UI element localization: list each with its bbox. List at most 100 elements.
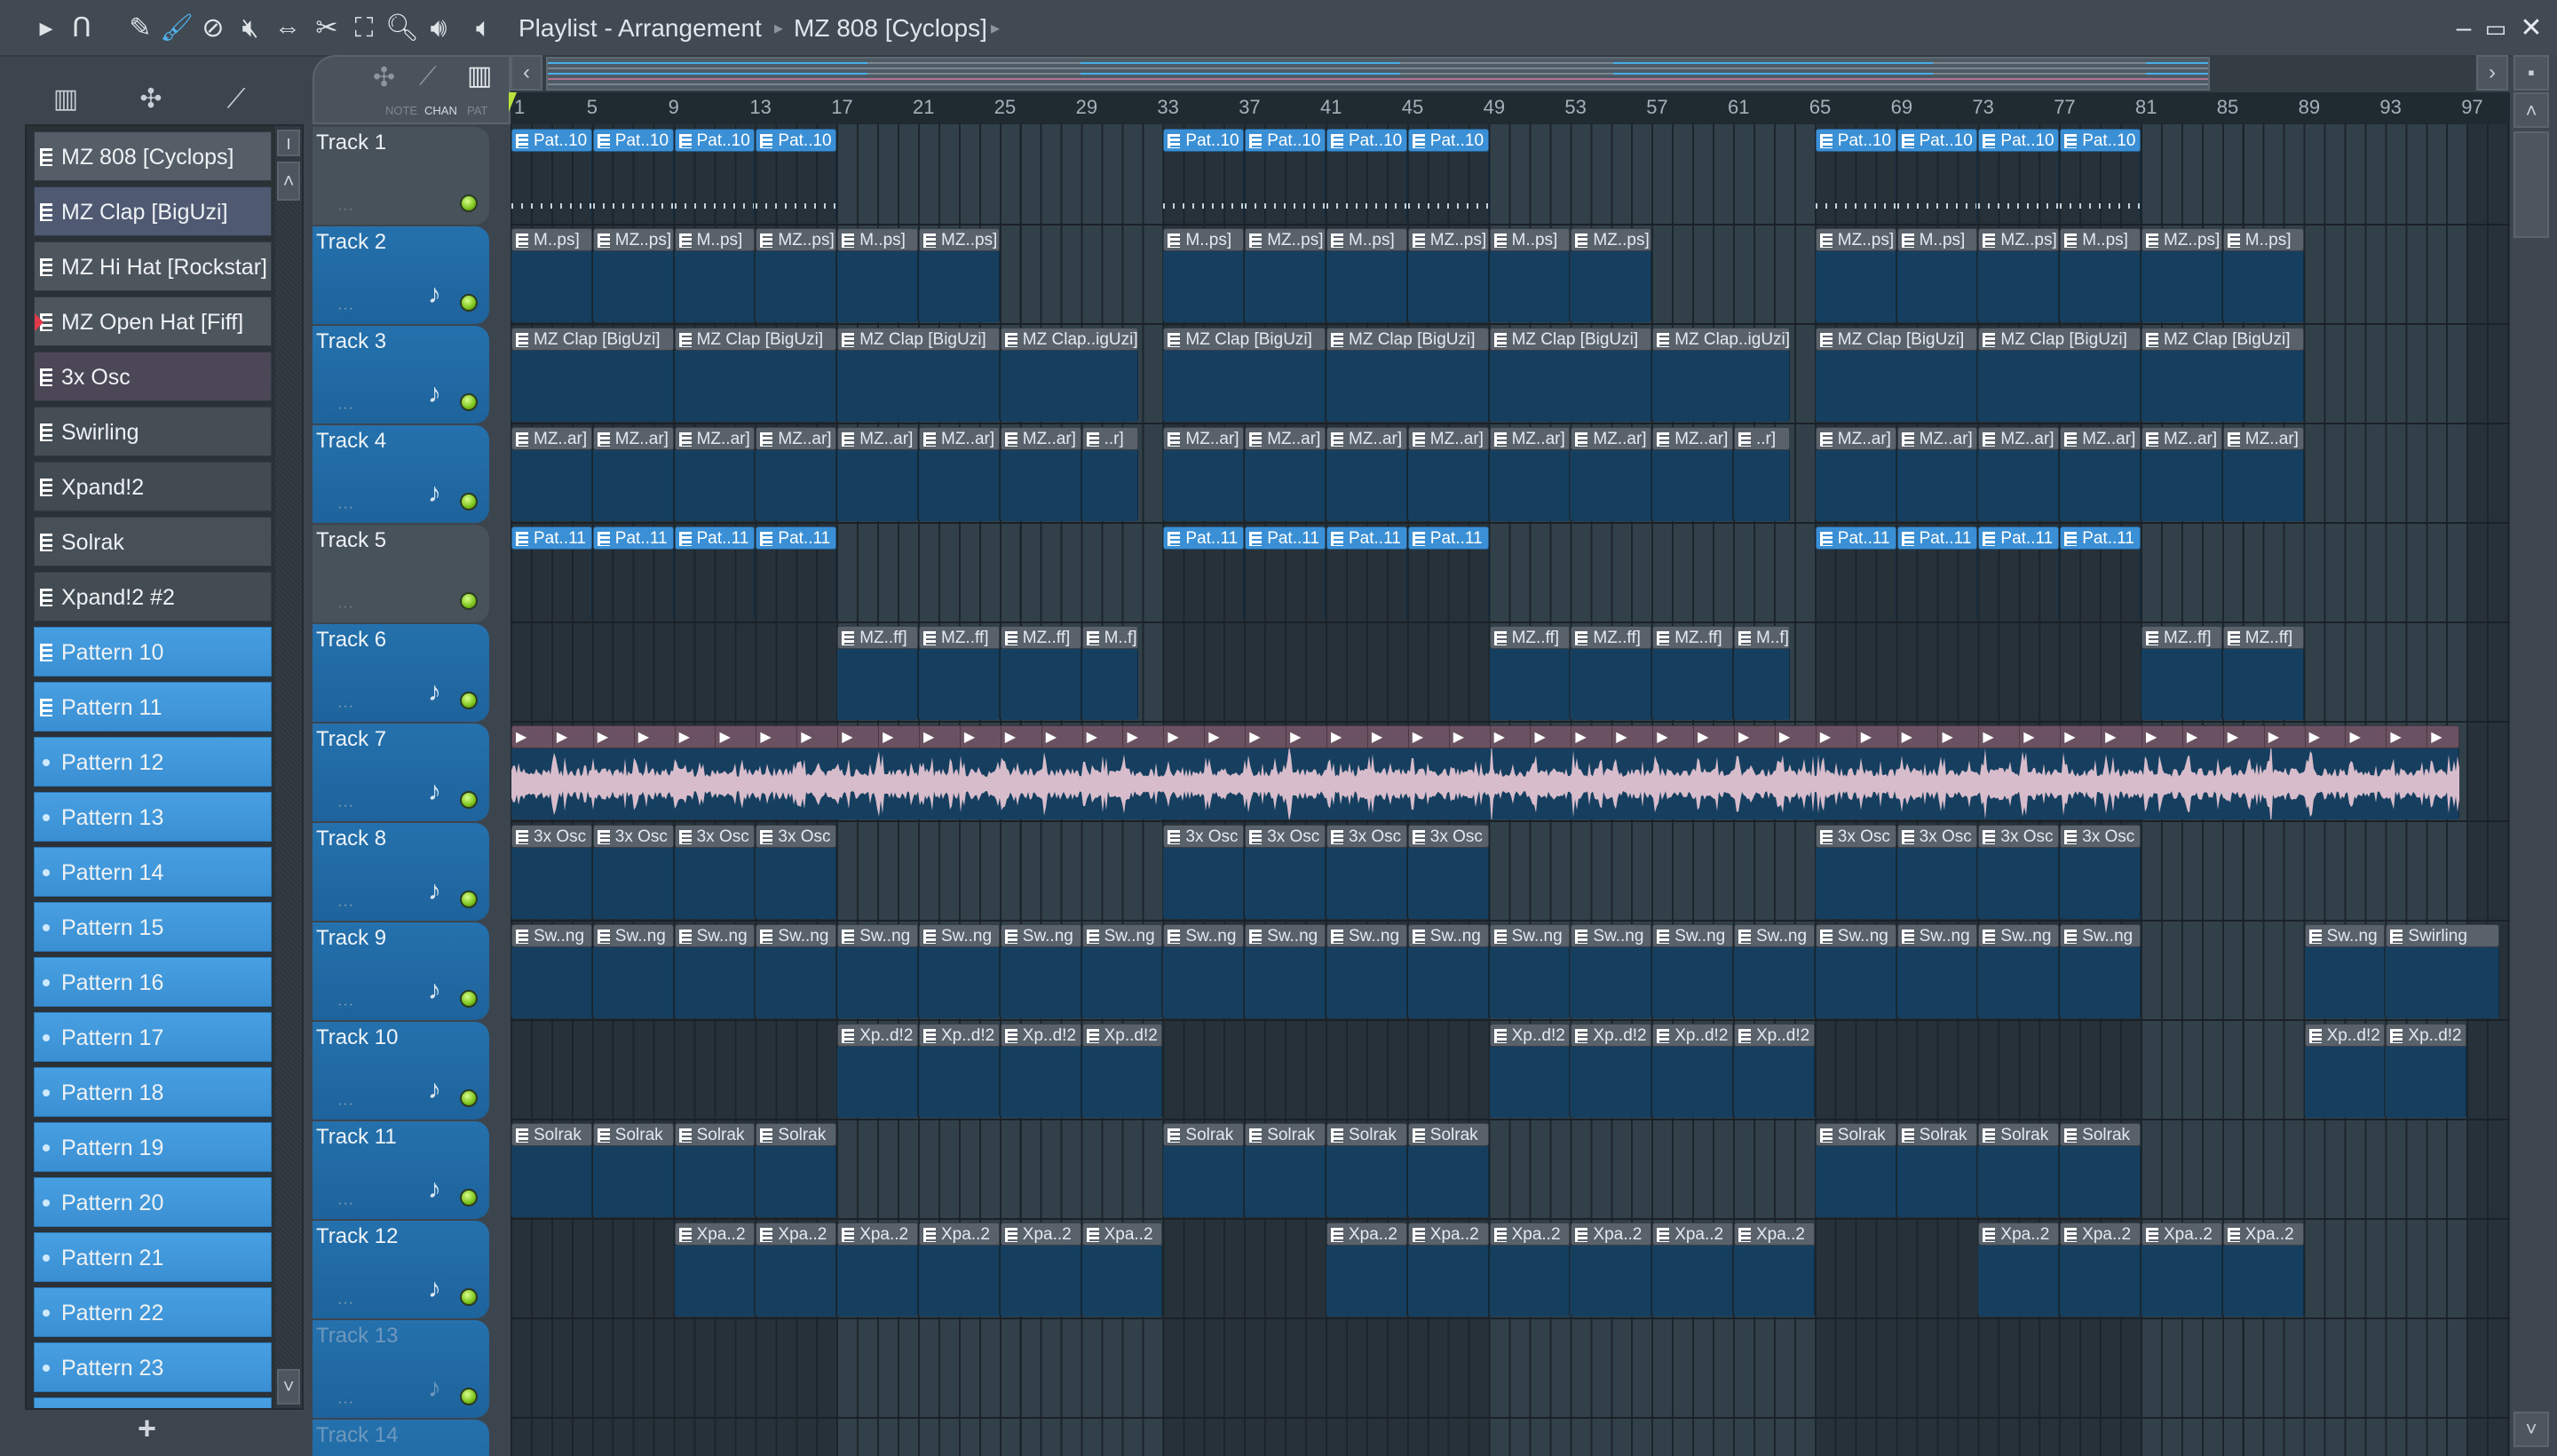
pattern-clip[interactable]: Sw..ng: [1489, 924, 1571, 1018]
speaker-icon[interactable]: 🔈︎: [476, 12, 492, 44]
minimize-button[interactable]: –: [2449, 12, 2479, 44]
pattern-clip[interactable]: Pat..11: [1896, 526, 1978, 621]
pattern-clip[interactable]: MZ Clap [BigUzi]: [511, 328, 674, 422]
audio-segment[interactable]: ▶: [2061, 726, 2102, 748]
pattern-clip[interactable]: MZ..ar]: [837, 427, 918, 521]
pattern-clip[interactable]: MZ..ps]: [2141, 228, 2222, 322]
track-header[interactable]: Track 2 ··· ♪: [313, 226, 489, 324]
pattern-clip[interactable]: Solrak: [1163, 1123, 1245, 1217]
pattern-clip[interactable]: M..ps]: [2222, 228, 2304, 322]
browser-scrollbar[interactable]: ı ˄ ˅: [275, 126, 302, 1408]
audio-segment[interactable]: ▶: [2427, 726, 2458, 748]
playhead-marker[interactable]: [509, 92, 525, 112]
pattern-clip[interactable]: 3x Osc: [1326, 825, 1407, 919]
pattern-clip[interactable]: Solrak: [1978, 1123, 2060, 1217]
audio-segment[interactable]: ▶: [1571, 726, 1613, 748]
pattern-clip[interactable]: MZ..ff]: [2222, 626, 2304, 720]
pattern-clip[interactable]: Xpa..2: [837, 1223, 918, 1317]
audio-segment[interactable]: ▶: [1735, 726, 1776, 748]
pattern-clip[interactable]: MZ Clap [BigUzi]: [1163, 328, 1326, 422]
browser-item[interactable]: Xpand!2 #2: [34, 572, 272, 621]
scroll-left-button[interactable]: ‹: [511, 55, 542, 91]
pattern-clip[interactable]: Xpa..2: [1081, 1223, 1163, 1317]
pattern-clip[interactable]: ..r]: [1081, 427, 1138, 521]
pattern-clip[interactable]: Pat..10: [592, 129, 674, 223]
pattern-clip[interactable]: Xpa..2: [674, 1223, 756, 1317]
pattern-clip[interactable]: MZ..ar]: [1896, 427, 1978, 521]
track-enable-led[interactable]: [460, 393, 478, 411]
audio-segment[interactable]: ▶: [2102, 726, 2142, 748]
audio-segment[interactable]: ▶: [2265, 726, 2306, 748]
timeline-ruler[interactable]: 1 5 9 13 17 21 25 29 33 37 41 45 49 53 57 61 65 69 73 77 81 8…: [511, 92, 2510, 124]
audio-segment[interactable]: ▶: [756, 726, 798, 748]
pattern-clip[interactable]: Solrak: [1815, 1123, 1896, 1217]
note-label[interactable]: NOTE: [385, 104, 417, 117]
pattern-clip[interactable]: MZ..ps]: [1407, 228, 1489, 322]
paint-brush-icon[interactable]: 🖌︎: [160, 12, 194, 44]
pattern-clip[interactable]: Sw..ng: [1815, 924, 1896, 1018]
audio-segment[interactable]: ▶: [1653, 726, 1695, 748]
pattern-clip[interactable]: Xp..d!2: [2386, 1024, 2467, 1118]
browser-item[interactable]: Swirling: [34, 407, 272, 456]
pattern-clip[interactable]: Sw..ng: [1326, 924, 1407, 1018]
pencil-icon[interactable]: ✎: [124, 12, 156, 44]
audio-segment[interactable]: ▶: [1246, 726, 1287, 748]
pattern-clip[interactable]: M..f]: [1734, 626, 1791, 720]
audio-segment[interactable]: ▶: [2020, 726, 2062, 748]
audio-filter-icon[interactable]: ✣: [373, 62, 395, 93]
browser-item[interactable]: 3x Osc: [34, 352, 272, 401]
pattern-clip[interactable]: Sw..ng: [1896, 924, 1978, 1018]
browser-item[interactable]: MZ 808 [Cyclops]: [34, 131, 272, 181]
pattern-clip[interactable]: Xpa..2: [756, 1223, 837, 1317]
track-menu-icon[interactable]: ···: [337, 1096, 354, 1112]
pattern-clip[interactable]: M..ps]: [674, 228, 756, 322]
browser-item[interactable]: Xpand!2: [34, 462, 272, 511]
pattern-clip[interactable]: Sw..ng: [592, 924, 674, 1018]
pattern-clip[interactable]: Xp..d!2: [919, 1024, 1000, 1118]
pattern-clip[interactable]: 3x Osc: [592, 825, 674, 919]
browser-item[interactable]: Pattern 15: [34, 902, 272, 952]
scroll-handle[interactable]: ▪: [2513, 55, 2549, 91]
audio-segment[interactable]: ▶: [1368, 726, 1409, 748]
audio-segment[interactable]: ▶: [1164, 726, 1206, 748]
pattern-clip[interactable]: Solrak: [674, 1123, 756, 1217]
browser-item[interactable]: Pattern 21: [34, 1232, 272, 1282]
pattern-clip[interactable]: 3x Osc: [674, 825, 756, 919]
pattern-clip[interactable]: Sw..ng: [1000, 924, 1081, 1018]
pattern-clip[interactable]: Sw..ng: [1652, 924, 1733, 1018]
track-name[interactable]: Track 3: [316, 329, 386, 354]
track-enable-led[interactable]: [460, 1089, 478, 1107]
maximize-button[interactable]: ▭: [2481, 12, 2511, 44]
pattern-clip[interactable]: Pat..11: [2060, 526, 2141, 621]
chan-label[interactable]: CHAN: [424, 104, 457, 117]
pat-label[interactable]: PAT: [467, 104, 487, 117]
pattern-clip[interactable]: Pat..10: [1407, 129, 1489, 223]
pattern-clip[interactable]: MZ..ar]: [1163, 427, 1245, 521]
automation-filter-icon[interactable]: ⟋: [419, 62, 437, 91]
breadcrumb-channel[interactable]: MZ 808 [Cyclops]: [794, 12, 987, 44]
track-enable-led[interactable]: [460, 1288, 478, 1306]
pattern-clip[interactable]: Solrak: [1326, 1123, 1407, 1217]
audio-segment[interactable]: ▶: [1450, 726, 1491, 748]
pattern-clip[interactable]: MZ..ar]: [511, 427, 592, 521]
track-name[interactable]: Track 7: [316, 727, 386, 752]
pattern-clip[interactable]: Pat..10: [1245, 129, 1326, 223]
magnet-icon[interactable]: Ո: [66, 12, 98, 44]
piano-roll-icon[interactable]: ▥: [48, 83, 83, 115]
pattern-clip[interactable]: MZ..ar]: [2222, 427, 2304, 521]
track-name[interactable]: Track 9: [316, 926, 386, 951]
pattern-clip[interactable]: Xpa..2: [1652, 1223, 1733, 1317]
pattern-clip[interactable]: Pat..10: [1326, 129, 1407, 223]
pattern-clip[interactable]: Xp..d!2: [1081, 1024, 1163, 1118]
track-menu-icon[interactable]: ···: [337, 1196, 354, 1212]
pattern-clip[interactable]: Sw..ng: [1571, 924, 1652, 1018]
pattern-clip[interactable]: MZ..ff]: [919, 626, 1000, 720]
pattern-clip[interactable]: Pat..10: [511, 129, 592, 223]
pattern-clip[interactable]: MZ..ps]: [1978, 228, 2060, 322]
pattern-clip[interactable]: M..ps]: [1896, 228, 1978, 322]
pattern-clip[interactable]: Xp..d!2: [837, 1024, 918, 1118]
audio-segment[interactable]: ▶: [838, 726, 880, 748]
pattern-clip[interactable]: Pat..10: [1163, 129, 1245, 223]
track-menu-icon[interactable]: ···: [337, 699, 354, 715]
play-arrow-icon[interactable]: ▸: [30, 12, 62, 44]
